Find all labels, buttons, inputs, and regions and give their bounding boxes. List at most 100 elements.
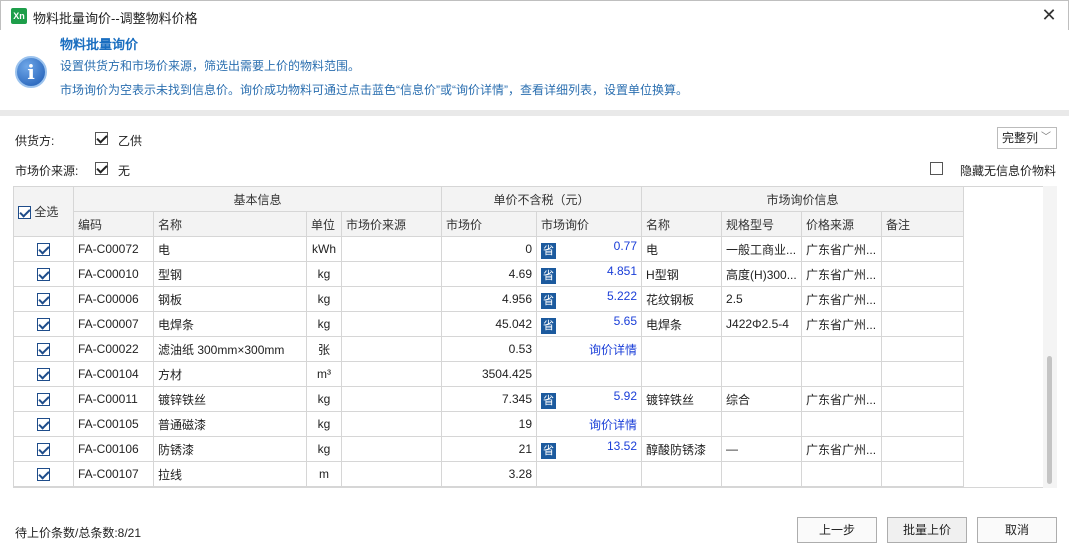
cell-source[interactable] [340,286,443,312]
supplier-checkbox[interactable] [95,132,108,145]
row-checkbox[interactable] [37,443,50,457]
cell-source[interactable] [340,311,443,337]
row-checkbox[interactable] [37,343,50,357]
col-source[interactable]: 市场价来源 [340,211,443,237]
cell-market-price[interactable]: 19 [441,411,538,437]
col-spec[interactable]: 规格型号 [721,211,803,237]
inquiry-price-link[interactable]: 5.222 [607,289,637,303]
select-all-cell[interactable]: 全选 [13,186,74,237]
inquiry-price-link[interactable]: 5.65 [614,314,637,328]
cell-market-name [641,461,723,487]
cell-note [881,436,965,462]
row-select-cell[interactable] [13,311,74,337]
cell-inquiry-detail[interactable]: 询价详情 [536,411,643,437]
cell-market-price[interactable]: 4.69 [441,261,538,287]
cell-code: FA-C00006 [73,286,154,312]
cell-market-price[interactable]: 7.345 [441,386,538,412]
cell-source[interactable] [340,236,443,262]
row-select-cell[interactable] [13,336,74,362]
cell-source[interactable] [340,336,443,362]
col-market-price[interactable]: 市场价 [441,211,538,237]
cell-inquiry-price[interactable]: 省 5.222 [536,286,643,312]
table-row[interactable]: FA-C00007 电焊条 kg 45.042 省 5.65 电焊条 J422Φ2.5-4 广东… [13,311,965,337]
cell-unit: kg [306,436,342,462]
col-code[interactable]: 编码 [73,211,154,237]
cell-market-price[interactable]: 3.28 [441,461,538,487]
row-select-cell[interactable] [13,436,74,462]
col-price-source[interactable]: 价格来源 [801,211,883,237]
cell-source[interactable] [340,386,443,412]
cell-name: 镀锌铁丝 [153,386,307,412]
cancel-button[interactable]: 取消 [977,517,1057,543]
table-row[interactable]: FA-C00106 防锈漆 kg 21 省 13.52 醇酸防锈漆 — 广东省广州... [13,436,965,462]
cell-inquiry-price[interactable]: 省 4.851 [536,261,643,287]
row-select-cell[interactable] [13,386,74,412]
cell-source[interactable] [340,436,443,462]
row-checkbox[interactable] [37,268,50,282]
cell-price-source: 广东省广州... [801,311,883,337]
cell-source[interactable] [340,361,443,387]
row-checkbox[interactable] [37,368,50,382]
cell-market-name [641,361,723,387]
cell-inquiry-price[interactable]: 省 13.52 [536,436,643,462]
cell-market-price[interactable]: 45.042 [441,311,538,337]
row-checkbox[interactable] [37,393,50,407]
col-market-name[interactable]: 名称 [641,211,723,237]
row-checkbox[interactable] [37,243,50,257]
col-unit[interactable]: 单位 [306,211,342,237]
cell-market-price[interactable]: 0.53 [441,336,538,362]
inquiry-price-link[interactable]: 4.851 [607,264,637,278]
cell-inquiry-price[interactable]: 省 5.92 [536,386,643,412]
table-row[interactable]: FA-C00072 电 kWh 0 省 0.77 电一般工商业... 广东省广州... [13,236,965,262]
row-select-cell[interactable] [13,261,74,287]
table-row[interactable]: FA-C00011 镀锌铁丝 kg 7.345 省 5.92 镀锌铁丝 综合 广东省广州... [13,386,965,412]
table-row[interactable]: FA-C00105 普通磁漆 kg 19 询价详情 [13,411,965,437]
col-note[interactable]: 备注 [881,211,965,237]
row-select-cell[interactable] [13,361,74,387]
column-mode-select[interactable]: 完整列 ﹀ [997,127,1057,149]
row-checkbox[interactable] [37,418,50,432]
cell-name: 普通磁漆 [153,411,307,437]
row-select-cell[interactable] [13,461,74,487]
cell-inquiry-price[interactable] [536,361,643,387]
col-name[interactable]: 名称 [153,211,307,237]
inquiry-price-link[interactable]: 13.52 [607,439,637,453]
scrollbar-thumb[interactable] [1047,356,1052,484]
row-checkbox[interactable] [37,293,50,307]
inquiry-price-link[interactable]: 5.92 [614,389,637,403]
row-checkbox[interactable] [37,318,50,332]
table-row[interactable]: FA-C00010 型钢 kg 4.69 省 4.851 H型钢 高度(H)300... 广东省… [13,261,965,287]
cell-spec [721,361,803,387]
province-badge: 省 [541,293,557,309]
cell-inquiry-detail[interactable]: 询价详情 [536,336,643,362]
hide-no-price-checkbox[interactable] [930,162,943,175]
cell-source[interactable] [340,261,443,287]
source-checkbox[interactable] [95,162,108,175]
cell-price-source: 广东省广州... [801,436,883,462]
col-inquiry-price[interactable]: 市场询价 [536,211,643,237]
cell-inquiry-price[interactable] [536,461,643,487]
select-all-checkbox[interactable] [18,206,31,220]
row-select-cell[interactable] [13,286,74,312]
cell-inquiry-price[interactable]: 省 5.65 [536,311,643,337]
table-row[interactable]: FA-C00104 方材 m³ 3504.425 [13,361,965,387]
cell-source[interactable] [340,411,443,437]
cell-source[interactable] [340,461,443,487]
cell-market-price[interactable]: 3504.425 [441,361,538,387]
vertical-scrollbar[interactable] [1043,186,1057,488]
cell-name: 电焊条 [153,311,307,337]
prev-step-button[interactable]: 上一步 [797,517,877,543]
close-button[interactable]: ✕ [1038,5,1060,27]
row-select-cell[interactable] [13,411,74,437]
table-row[interactable]: FA-C00107 拉线 m 3.28 [13,461,965,487]
row-checkbox[interactable] [37,468,50,482]
cell-market-price[interactable]: 21 [441,436,538,462]
cell-market-price[interactable]: 4.956 [441,286,538,312]
batch-price-button[interactable]: 批量上价 [887,517,967,543]
inquiry-price-link[interactable]: 0.77 [614,239,637,253]
cell-market-price[interactable]: 0 [441,236,538,262]
table-row[interactable]: FA-C00006 钢板 kg 4.956 省 5.222 花纹钢板 2.5 广东省广州... [13,286,965,312]
cell-inquiry-price[interactable]: 省 0.77 [536,236,643,262]
row-select-cell[interactable] [13,236,74,262]
table-row[interactable]: FA-C00022 滤油纸 300mm×300mm 张 0.53 询价详情 [13,336,965,362]
